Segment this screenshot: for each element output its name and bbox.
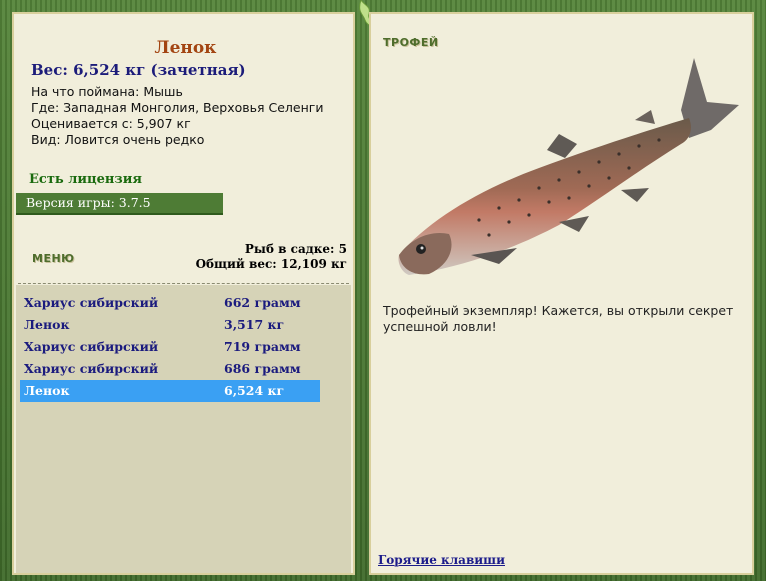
total-weight: Общий вес: 12,109 кг (195, 257, 347, 271)
menu-button[interactable]: МЕНЮ (32, 252, 75, 265)
catch-list-item[interactable]: Хариус сибирский 662 грамм (20, 292, 320, 314)
fish-count: Рыб в садке: 5 (244, 242, 347, 256)
fish-rated-from: Оценивается с: 5,907 кг (31, 116, 191, 131)
left-panel: Ленок Вес: 6,524 кг (зачетная) На что по… (12, 12, 355, 575)
trophy-description: Трофейный экземпляр! Кажется, вы открыли… (383, 303, 734, 334)
catch-item-name: Ленок (24, 317, 70, 332)
fish-location: Где: Западная Монголия, Верховья Селенги (31, 100, 324, 115)
right-panel: ТРОФЕЙ Трофейный экземпляр! Кажется, вы … (369, 12, 754, 575)
cage-stats: Рыб в садке: 5 Общий вес: 12,109 кг (196, 242, 347, 272)
catch-item-name: Ленок (24, 383, 70, 398)
catch-item-name: Хариус сибирский (24, 295, 159, 310)
divider (18, 283, 349, 284)
trophy-title: ТРОФЕЙ (383, 36, 439, 49)
catch-item-weight: 686 грамм (224, 361, 301, 376)
catch-list-item[interactable]: Хариус сибирский 719 грамм (20, 336, 320, 358)
catch-item-name: Хариус сибирский (24, 361, 159, 376)
catch-item-name: Хариус сибирский (24, 339, 159, 354)
catch-item-weight: 3,517 кг (224, 317, 285, 332)
fish-weight: Вес: 6,524 кг (зачетная) (31, 61, 246, 79)
game-version: Версия игры: 3.7.5 (16, 193, 223, 215)
catch-list-item-selected[interactable]: Ленок 6,524 кг (20, 380, 320, 402)
hotkeys-link[interactable]: Горячие клавиши (378, 553, 505, 567)
fish-name-title: Ленок (154, 38, 217, 58)
catch-list-item[interactable]: Ленок 3,517 кг (20, 314, 320, 336)
catch-list-item[interactable]: Хариус сибирский 686 грамм (20, 358, 320, 380)
fish-bait: На что поймана: Мышь (31, 84, 183, 99)
catch-item-weight: 719 грамм (224, 339, 301, 354)
license-status: Есть лицензия (29, 172, 142, 187)
catch-item-weight: 662 грамм (224, 295, 301, 310)
fish-image (398, 58, 739, 275)
catch-item-weight: 6,524 кг (224, 383, 285, 398)
fish-kind: Вид: Ловится очень редко (31, 132, 205, 147)
catch-list: Хариус сибирский 662 грамм Ленок 3,517 к… (16, 285, 351, 573)
